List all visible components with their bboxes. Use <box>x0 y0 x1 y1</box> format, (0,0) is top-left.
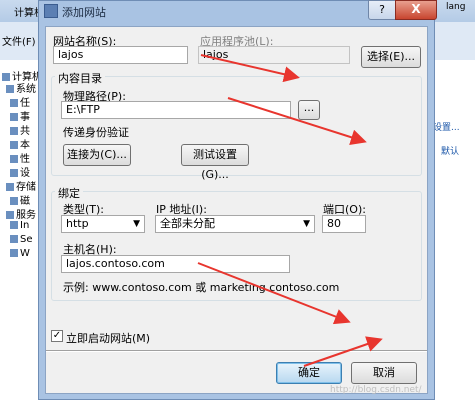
annotation-arrow <box>227 97 367 145</box>
annotation-arrows <box>197 54 383 367</box>
annotation-arrow <box>200 54 300 83</box>
annotation-arrow <box>197 262 351 325</box>
annotation-arrow <box>303 336 383 367</box>
